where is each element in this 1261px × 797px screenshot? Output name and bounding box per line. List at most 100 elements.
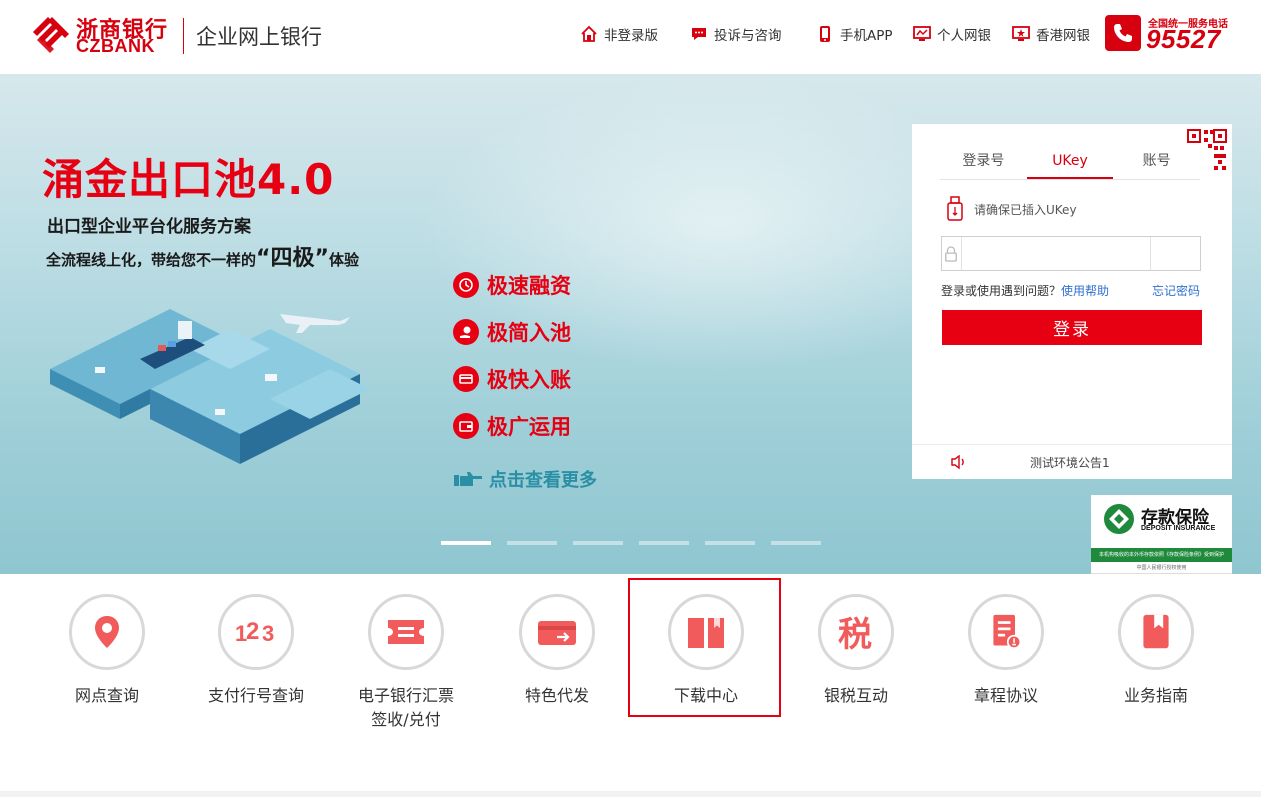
- service-label: 支付行号查询: [207, 686, 304, 705]
- lock-icon: [942, 237, 962, 270]
- nav-label: 香港网银: [1036, 28, 1090, 44]
- help-link[interactable]: 使用帮助: [1061, 284, 1109, 298]
- nav-hk-banking[interactable]: 香港网银: [1012, 24, 1090, 44]
- service-circle: [1118, 594, 1194, 670]
- port-illustration: [50, 309, 370, 464]
- book-download-icon: [688, 618, 724, 648]
- nav-label: 投诉与咨询: [714, 28, 782, 44]
- subtitle-post: 体验: [328, 251, 359, 269]
- carousel-dots: [441, 541, 837, 545]
- carousel-dot[interactable]: [639, 541, 689, 545]
- number-123-icon: 1 2 3: [235, 618, 274, 646]
- carousel-dot[interactable]: [507, 541, 557, 545]
- nav-personal-banking[interactable]: 个人网银: [913, 24, 991, 44]
- service-label-line2: 签收/兑付: [371, 710, 441, 729]
- carousel-dot[interactable]: [771, 541, 821, 545]
- phone-icon: [1105, 15, 1141, 51]
- deposit-insurance-logo-icon: [1104, 504, 1134, 534]
- banner-subtitle-1: 出口型企业平台化服务方案: [47, 217, 251, 237]
- service-label: 下载中心: [673, 686, 738, 705]
- service-label: 网点查询: [74, 686, 139, 705]
- mobile-icon: [820, 26, 830, 42]
- tab-login-id[interactable]: 登录号: [940, 144, 1027, 179]
- password-extra-slot[interactable]: [1151, 237, 1200, 270]
- deposit-foot: 中国人民银行授权使用: [1136, 565, 1187, 571]
- tab-ukey[interactable]: UKey: [1026, 144, 1114, 179]
- bank-logo[interactable]: 浙商银行 CZBANK: [30, 12, 172, 56]
- nav-non-login[interactable]: 非登录版: [580, 24, 658, 44]
- footer-line: [0, 791, 1261, 797]
- login-panel: 登录号 UKey 账号 请确保已插入UKey 登录或使用遇到问题？使用帮助 忘记…: [912, 124, 1232, 479]
- logo-en: CZBANK: [76, 36, 155, 56]
- banner-title: 涌金出口池4.0: [42, 155, 335, 204]
- service-label: 银税互动: [823, 686, 888, 705]
- home-icon: [581, 25, 597, 42]
- coins-hand-icon: [453, 319, 479, 345]
- nav-mobile-app[interactable]: 手机APP: [816, 24, 893, 44]
- svg-text:3: 3: [262, 621, 274, 646]
- service-ebank-draft[interactable]: 电子银行汇票 签收/兑付: [331, 594, 481, 732]
- speaker-icon: [951, 454, 964, 470]
- password-field: [941, 236, 1201, 271]
- notice-bar[interactable]: 测试环境公告1: [912, 444, 1232, 479]
- location-pin-icon: [95, 616, 119, 648]
- usb-key-icon: [947, 196, 963, 221]
- bookmark-guide-icon: [1143, 614, 1169, 649]
- nav-label: 非登录版: [604, 28, 658, 44]
- svg-text:2: 2: [246, 618, 259, 645]
- service-label: 特色代发: [524, 686, 589, 705]
- wallet-icon: [453, 413, 479, 439]
- monitor-icon: [913, 26, 931, 41]
- nav-label: 手机APP: [840, 28, 893, 44]
- deposit-bar: 本机构吸收的本外币存款依照《存款保险条例》受到保护: [1091, 548, 1232, 562]
- deposit-en: DEPOSIT INSURANCE: [1141, 525, 1216, 532]
- hk-monitor-icon: [1012, 26, 1030, 41]
- service-bank-tax[interactable]: 税 银税互动: [781, 594, 931, 708]
- carousel-dot[interactable]: [573, 541, 623, 545]
- service-special-payroll[interactable]: 特色代发: [482, 594, 632, 708]
- service-bank-code-query[interactable]: 1 2 3 支付行号查询: [181, 594, 331, 708]
- nav-complaint[interactable]: 投诉与咨询: [690, 24, 782, 44]
- service-circle: [69, 594, 145, 670]
- service-label: 电子银行汇票 签收/兑付: [331, 684, 481, 732]
- service-circle: [519, 594, 595, 670]
- service-charter-agreement[interactable]: 章程协议: [931, 594, 1081, 708]
- hotline-number: 95527: [1146, 24, 1221, 54]
- login-tabs: 登录号 UKey 账号: [940, 144, 1200, 180]
- service-branch-query[interactable]: 网点查询: [32, 594, 182, 708]
- help-text: 登录或使用遇到问题？使用帮助: [941, 282, 1109, 299]
- service-download-center[interactable]: 下载中心: [631, 594, 781, 708]
- ticket-icon: [388, 620, 424, 644]
- deposit-insurance-badge[interactable]: 存款保险 DEPOSIT INSURANCE 本机构吸收的本外币存款依照《存款保…: [1091, 495, 1232, 574]
- carousel-dot[interactable]: [441, 541, 491, 545]
- service-label-line1: 电子银行汇票: [357, 686, 454, 705]
- feature-label: 极速融资: [487, 274, 571, 298]
- login-button[interactable]: 登录: [942, 310, 1202, 345]
- banner-subtitle-2: 全流程线上化，带给您不一样的“四极”体验: [46, 240, 359, 272]
- service-business-guide[interactable]: 业务指南: [1081, 594, 1231, 708]
- feature-label: 极快入账: [487, 368, 571, 392]
- header: 浙商银行 CZBANK 企业网上银行 非登录版 投诉与咨询 手机APP 个人网银…: [0, 0, 1261, 74]
- subtitle-pre: 全流程线上化，带给您不一样的: [46, 251, 257, 269]
- service-hotline: 全国统一服务电话 95527: [1105, 15, 1235, 55]
- svg-text:税: 税: [838, 615, 872, 654]
- service-label: 章程协议: [973, 686, 1038, 705]
- nav-label: 个人网银: [937, 28, 991, 44]
- document-seal-icon: [993, 614, 1022, 650]
- chat-icon: [692, 28, 706, 40]
- feature-label: 极简入池: [487, 321, 571, 345]
- view-more-link[interactable]: 点击查看更多: [453, 466, 597, 492]
- view-more-label: 点击查看更多: [489, 470, 597, 491]
- service-circle: [968, 594, 1044, 670]
- service-circle: 税: [818, 594, 894, 670]
- password-input[interactable]: [961, 237, 1151, 270]
- tab-account[interactable]: 账号: [1113, 144, 1200, 179]
- carousel-dot[interactable]: [705, 541, 755, 545]
- service-circle: [368, 594, 444, 670]
- ukey-tip: 请确保已插入UKey: [946, 196, 1077, 222]
- service-circle: [668, 594, 744, 670]
- ukey-tip-text: 请确保已插入UKey: [974, 202, 1077, 217]
- feature-fast-financing: 极速融资: [453, 270, 571, 300]
- forgot-password-link[interactable]: 忘记密码: [1152, 282, 1200, 299]
- clock-icon: [453, 272, 479, 298]
